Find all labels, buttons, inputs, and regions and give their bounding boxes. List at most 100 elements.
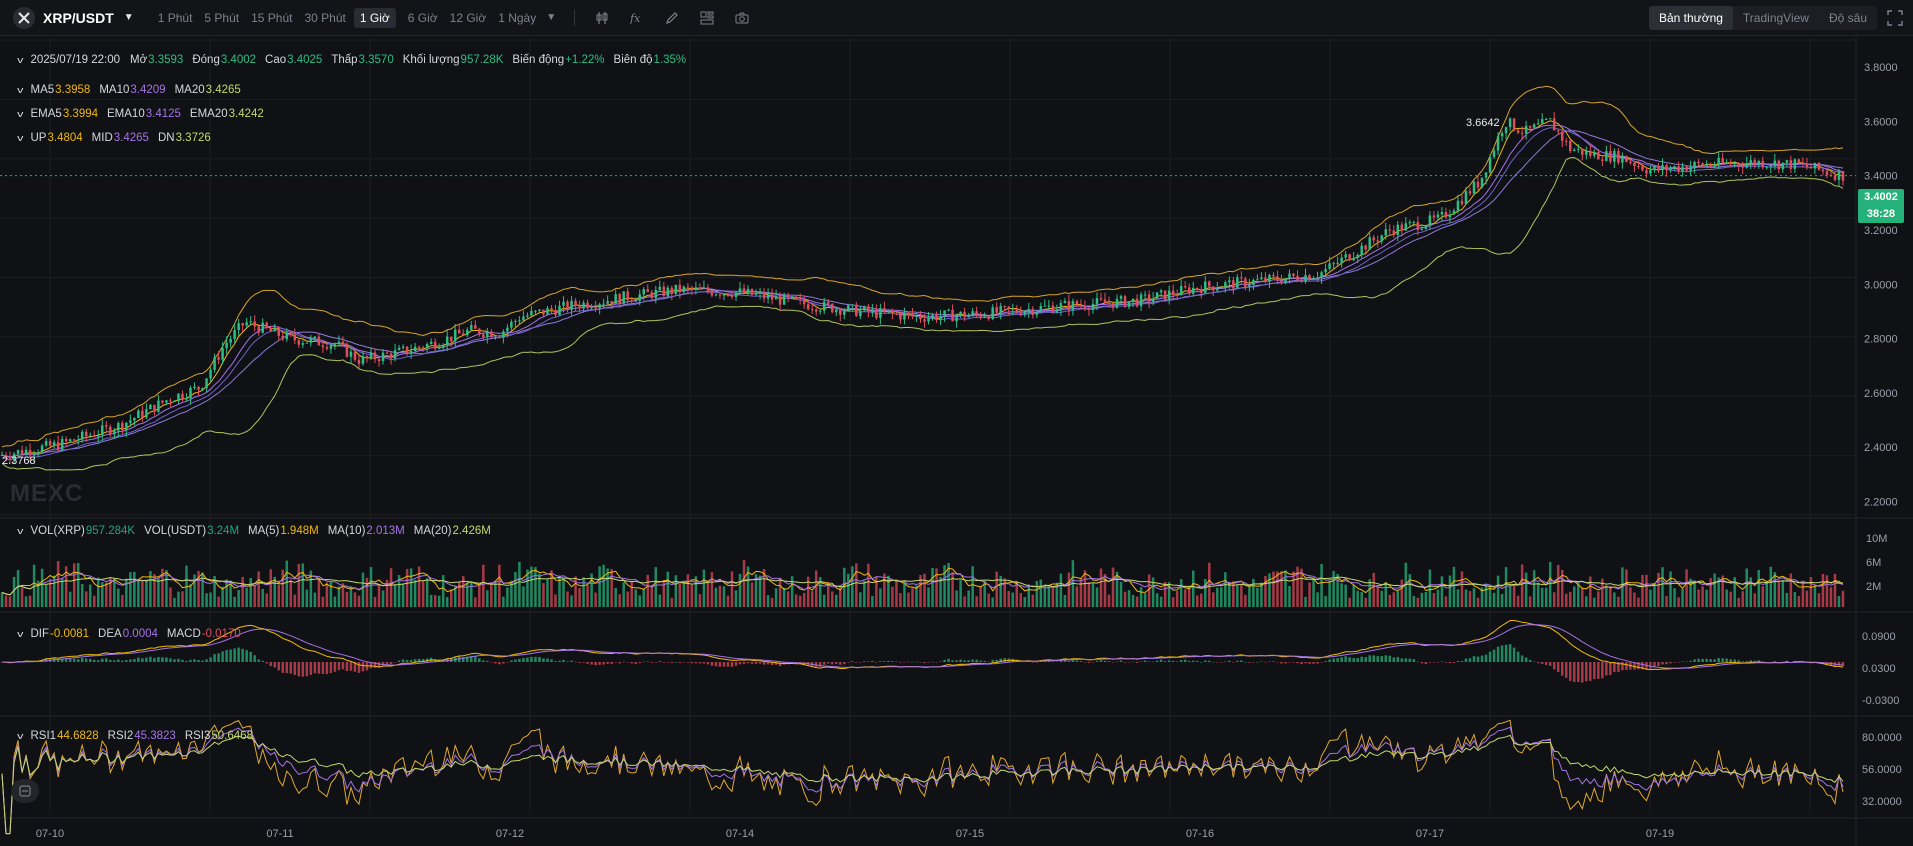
volume-bar	[1135, 596, 1139, 607]
volume-bar	[97, 577, 100, 607]
macd-histogram-bar	[1556, 662, 1560, 673]
vol-ma10-label: MA(10)	[327, 525, 366, 537]
macd-histogram-bar	[1292, 662, 1295, 663]
macd-histogram-bar	[357, 662, 361, 673]
mode-standard[interactable]: Bản thường	[1648, 6, 1733, 30]
collapse-chevron-icon[interactable]: v	[17, 109, 23, 119]
interval-30m[interactable]: 30 Phút	[304, 11, 345, 25]
macd-histogram-bar	[1208, 660, 1211, 662]
macd-histogram-bar	[746, 662, 750, 664]
volume-bar	[1484, 583, 1488, 607]
volume-bar	[1412, 595, 1416, 607]
volume-bar	[1753, 593, 1756, 607]
candle-body	[1300, 280, 1303, 282]
volume-bar	[722, 586, 726, 607]
more-intervals-icon[interactable]: ▼	[546, 12, 556, 23]
candle-body	[1813, 162, 1817, 169]
macd-histogram-bar	[682, 662, 686, 663]
symbol-dropdown-icon[interactable]: ▼	[124, 12, 134, 23]
collapse-chevron-icon[interactable]: v	[17, 133, 23, 143]
candle-body	[64, 439, 68, 442]
formula-icon[interactable]: fx	[629, 10, 645, 26]
mode-tradingview[interactable]: TradingView	[1733, 6, 1819, 30]
volume-bar	[1681, 588, 1684, 607]
candle-body	[895, 313, 898, 315]
interval-15m[interactable]: 15 Phút	[251, 11, 292, 25]
candle-body	[1348, 254, 1351, 261]
candle-body	[1244, 278, 1247, 287]
interval-1h[interactable]: 1 Giờ	[353, 7, 396, 28]
fullscreen-icon[interactable]	[1887, 10, 1903, 26]
interval-5m[interactable]: 5 Phút	[204, 11, 239, 25]
candle-body	[1837, 171, 1841, 180]
candle-body	[1444, 212, 1448, 218]
macd-axis-tick: 0.0900	[1862, 631, 1896, 643]
interval-6h[interactable]: 6 Giờ	[408, 11, 438, 25]
volume-bar	[189, 584, 192, 607]
symbol-name[interactable]: XRP/USDT	[43, 10, 114, 26]
price-axis-tick: 3.6000	[1864, 116, 1898, 128]
candle-body	[105, 425, 108, 427]
volume-bar	[726, 595, 730, 607]
macd-histogram-bar	[490, 662, 493, 663]
candle-body	[1272, 274, 1275, 277]
mode-depth[interactable]: Độ sâu	[1819, 6, 1877, 30]
indicator-icon[interactable]	[594, 10, 610, 26]
macd-histogram-bar	[109, 659, 112, 662]
collapse-chevron-icon[interactable]: v	[17, 526, 23, 536]
candle-body	[690, 287, 694, 290]
candle-body	[1360, 245, 1363, 255]
macd-histogram-bar	[1452, 662, 1456, 663]
volume-bar	[835, 594, 838, 607]
volume-bar	[1224, 572, 1227, 607]
volume-bar	[1492, 592, 1496, 607]
volume-bar	[843, 567, 846, 607]
volume-bar	[867, 563, 870, 607]
macd-histogram-bar	[750, 662, 754, 664]
macd-histogram-bar	[93, 659, 96, 662]
volume-bar	[401, 584, 405, 607]
interval-1d[interactable]: 1 Ngày	[498, 11, 536, 25]
macd-histogram-bar	[674, 661, 678, 663]
candle-body	[798, 298, 802, 300]
volume-bar	[357, 595, 361, 607]
layout-grid-icon[interactable]	[699, 10, 715, 26]
candle-body	[714, 294, 718, 296]
candle-body	[409, 350, 413, 354]
candle-body	[1404, 223, 1408, 231]
collapse-chevron-icon[interactable]: v	[17, 629, 23, 639]
candle-body	[1601, 159, 1604, 161]
drawing-tools-toggle-icon[interactable]	[11, 779, 39, 803]
price-axis-tick: 3.4000	[1864, 171, 1898, 183]
candle-body	[369, 352, 373, 358]
volume-bar	[1416, 597, 1420, 607]
macd-histogram-bar	[84, 658, 88, 662]
candle-body	[650, 292, 654, 299]
volume-bar	[622, 582, 625, 607]
volume-bar	[1187, 587, 1191, 607]
collapse-chevron-icon[interactable]: v	[17, 55, 23, 65]
collapse-chevron-icon[interactable]: v	[17, 85, 23, 95]
macd-histogram-bar	[1605, 662, 1608, 676]
macd-histogram-bar	[546, 658, 549, 662]
interval-12h[interactable]: 12 Giờ	[450, 11, 487, 25]
draw-pencil-icon[interactable]	[664, 10, 680, 26]
collapse-chevron-icon[interactable]: v	[17, 731, 23, 741]
candle-body	[125, 422, 128, 431]
volume-bar	[1444, 596, 1448, 607]
candle-body	[790, 296, 794, 298]
macd-histogram-bar	[197, 659, 200, 662]
macd-histogram-bar	[361, 662, 365, 672]
chart-canvas[interactable]: 3.8000 3.6000 3.4000 3.2000 3.0000 2.8000 2.60…	[0, 37, 1913, 846]
camera-icon[interactable]	[734, 10, 750, 26]
candle-body	[550, 308, 553, 311]
candle-body	[1717, 158, 1720, 166]
candle-body	[1075, 301, 1079, 306]
volume-bar	[1268, 573, 1271, 607]
interval-1m[interactable]: 1 Phút	[158, 11, 193, 25]
volume-bar	[1428, 569, 1432, 607]
macd-histogram-bar	[68, 658, 72, 662]
macd-histogram-bar	[289, 662, 293, 674]
volume-bar	[1693, 580, 1696, 607]
candle-body	[1167, 290, 1171, 300]
